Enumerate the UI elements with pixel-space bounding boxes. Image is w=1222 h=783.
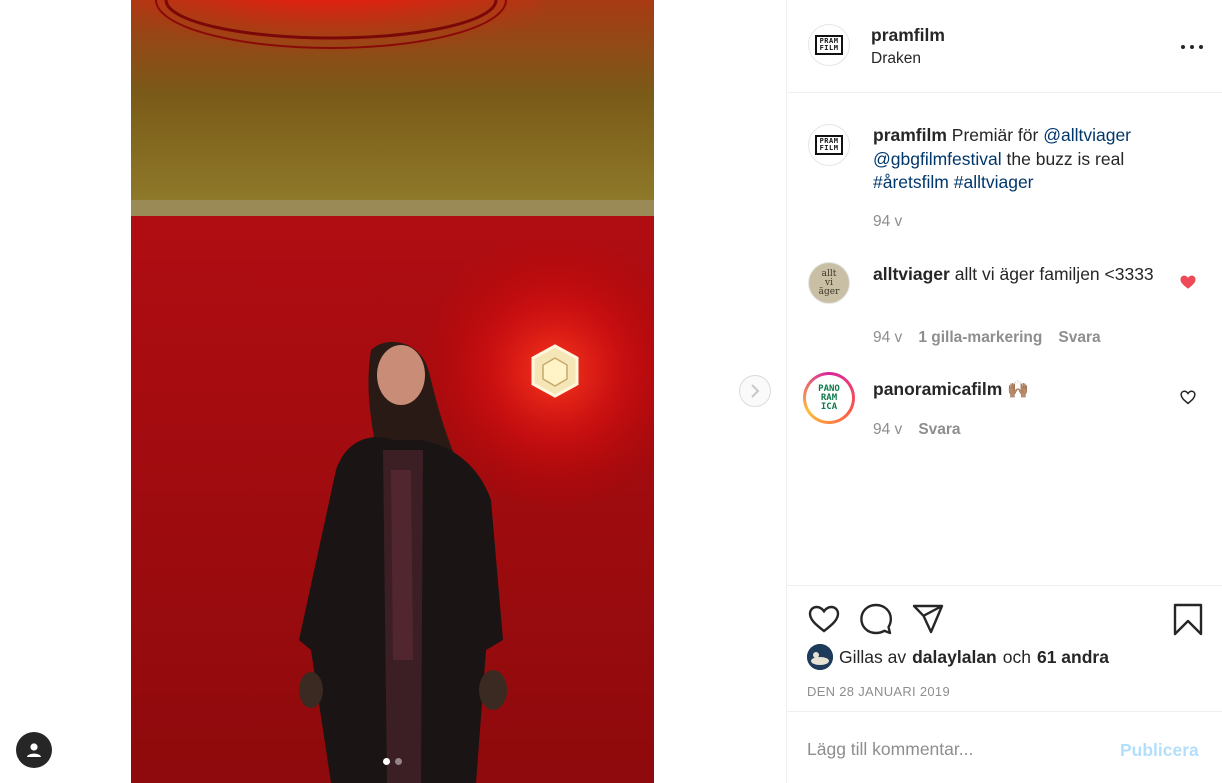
- share-icon[interactable]: [911, 602, 945, 636]
- liker-username[interactable]: dalaylalan: [912, 647, 997, 668]
- add-comment-bar: Publicera: [787, 711, 1222, 783]
- avatar[interactable]: PRAM FILM: [808, 24, 850, 66]
- pramfilm-logo: PRAM FILM: [815, 135, 843, 155]
- comment-age[interactable]: 94 v: [873, 329, 902, 347]
- hashtag-link[interactable]: #alltviager: [954, 172, 1034, 192]
- next-photo-button[interactable]: [739, 375, 771, 407]
- comment-icon[interactable]: [859, 602, 893, 636]
- heart-icon[interactable]: [1179, 388, 1197, 406]
- likes-summary: Gillas av dalaylalan och 61 andra: [807, 644, 1109, 670]
- avatar-inner: PANO RAM ICA: [806, 375, 852, 421]
- reply-button[interactable]: Svara: [918, 421, 960, 439]
- mention-link[interactable]: @alltviager: [1043, 125, 1131, 145]
- comment-age[interactable]: 94 v: [873, 421, 902, 439]
- comment-text: panoramicafilm 🙌🏽: [873, 378, 1173, 402]
- post-date[interactable]: DEN 28 JANUARI 2019: [807, 684, 950, 699]
- post-header: PRAM FILM pramfilm Draken: [787, 0, 1222, 93]
- profile-button[interactable]: [16, 732, 52, 768]
- avatar[interactable]: PANO RAM ICA: [803, 372, 855, 424]
- caption-text: pramfilm Premiär för @alltviager @gbgfil…: [873, 124, 1173, 195]
- avatar[interactable]: PRAM FILM: [808, 124, 850, 166]
- comment-body: allt vi äger familjen <3333: [954, 264, 1154, 284]
- comment-body: 🙌🏽: [1007, 379, 1030, 399]
- comment-username[interactable]: alltviager: [873, 264, 950, 284]
- publish-button[interactable]: Publicera: [1120, 740, 1199, 761]
- pramfilm-logo: PRAM FILM: [815, 35, 843, 55]
- avatar-text: allt vi äger: [818, 268, 840, 297]
- caption-body: the buzz is real: [1006, 148, 1125, 169]
- chevron-right-icon: [751, 384, 760, 398]
- comment-text: alltviager allt vi äger familjen <3333: [873, 263, 1173, 287]
- photo-scene: [131, 0, 654, 783]
- reply-button[interactable]: Svara: [1058, 329, 1100, 347]
- instagram-post-view: PRAM FILM pramfilm Draken PRAM FILM pramfi…: [0, 0, 1222, 783]
- more-icon: [1190, 45, 1194, 49]
- likes-others-link[interactable]: 61 andra: [1037, 647, 1109, 668]
- caption-body: Premiär för: [951, 125, 1039, 145]
- post-author-username[interactable]: pramfilm: [871, 25, 945, 46]
- liker-avatar-image: [807, 644, 833, 670]
- post-location[interactable]: Draken: [871, 50, 921, 68]
- heart-icon[interactable]: [807, 602, 841, 636]
- bookmark-icon[interactable]: [1171, 602, 1205, 636]
- comment-input[interactable]: [807, 736, 1107, 762]
- avatar-text: PANO RAM ICA: [818, 383, 840, 412]
- comment-meta: 94 v: [873, 213, 902, 231]
- comment-username[interactable]: panoramicafilm: [873, 379, 1002, 399]
- avatar[interactable]: allt vi äger: [808, 262, 850, 304]
- post-actions: Gillas av dalaylalan och 61 andra DEN 28…: [787, 585, 1222, 711]
- caption-username[interactable]: pramfilm: [873, 125, 947, 145]
- comment-meta: 94 v Svara: [873, 421, 961, 439]
- hashtag-link[interactable]: #åretsfilm: [873, 172, 949, 192]
- carousel-dot-active: [383, 758, 390, 765]
- more-icon: [1199, 45, 1203, 49]
- likes-prefix: Gillas av: [839, 646, 907, 667]
- post-details-panel: PRAM FILM pramfilm Draken PRAM FILM pramfi…: [786, 0, 1222, 783]
- liker-avatar[interactable]: [807, 644, 833, 670]
- more-icon: [1181, 45, 1185, 49]
- comment-age[interactable]: 94 v: [873, 213, 902, 231]
- likes-joiner: och: [1002, 646, 1031, 667]
- carousel-dot: [395, 758, 402, 765]
- post-photo[interactable]: [131, 0, 654, 783]
- comment-meta: 94 v 1 gilla-markering Svara: [873, 329, 1101, 347]
- mention-link[interactable]: @gbgfilmfestival: [873, 149, 1002, 169]
- heart-icon[interactable]: [1179, 273, 1197, 291]
- carousel-indicator: [131, 758, 654, 765]
- comment-likes[interactable]: 1 gilla-markering: [918, 329, 1042, 347]
- user-icon: [27, 743, 41, 757]
- more-options-button[interactable]: [1181, 37, 1203, 57]
